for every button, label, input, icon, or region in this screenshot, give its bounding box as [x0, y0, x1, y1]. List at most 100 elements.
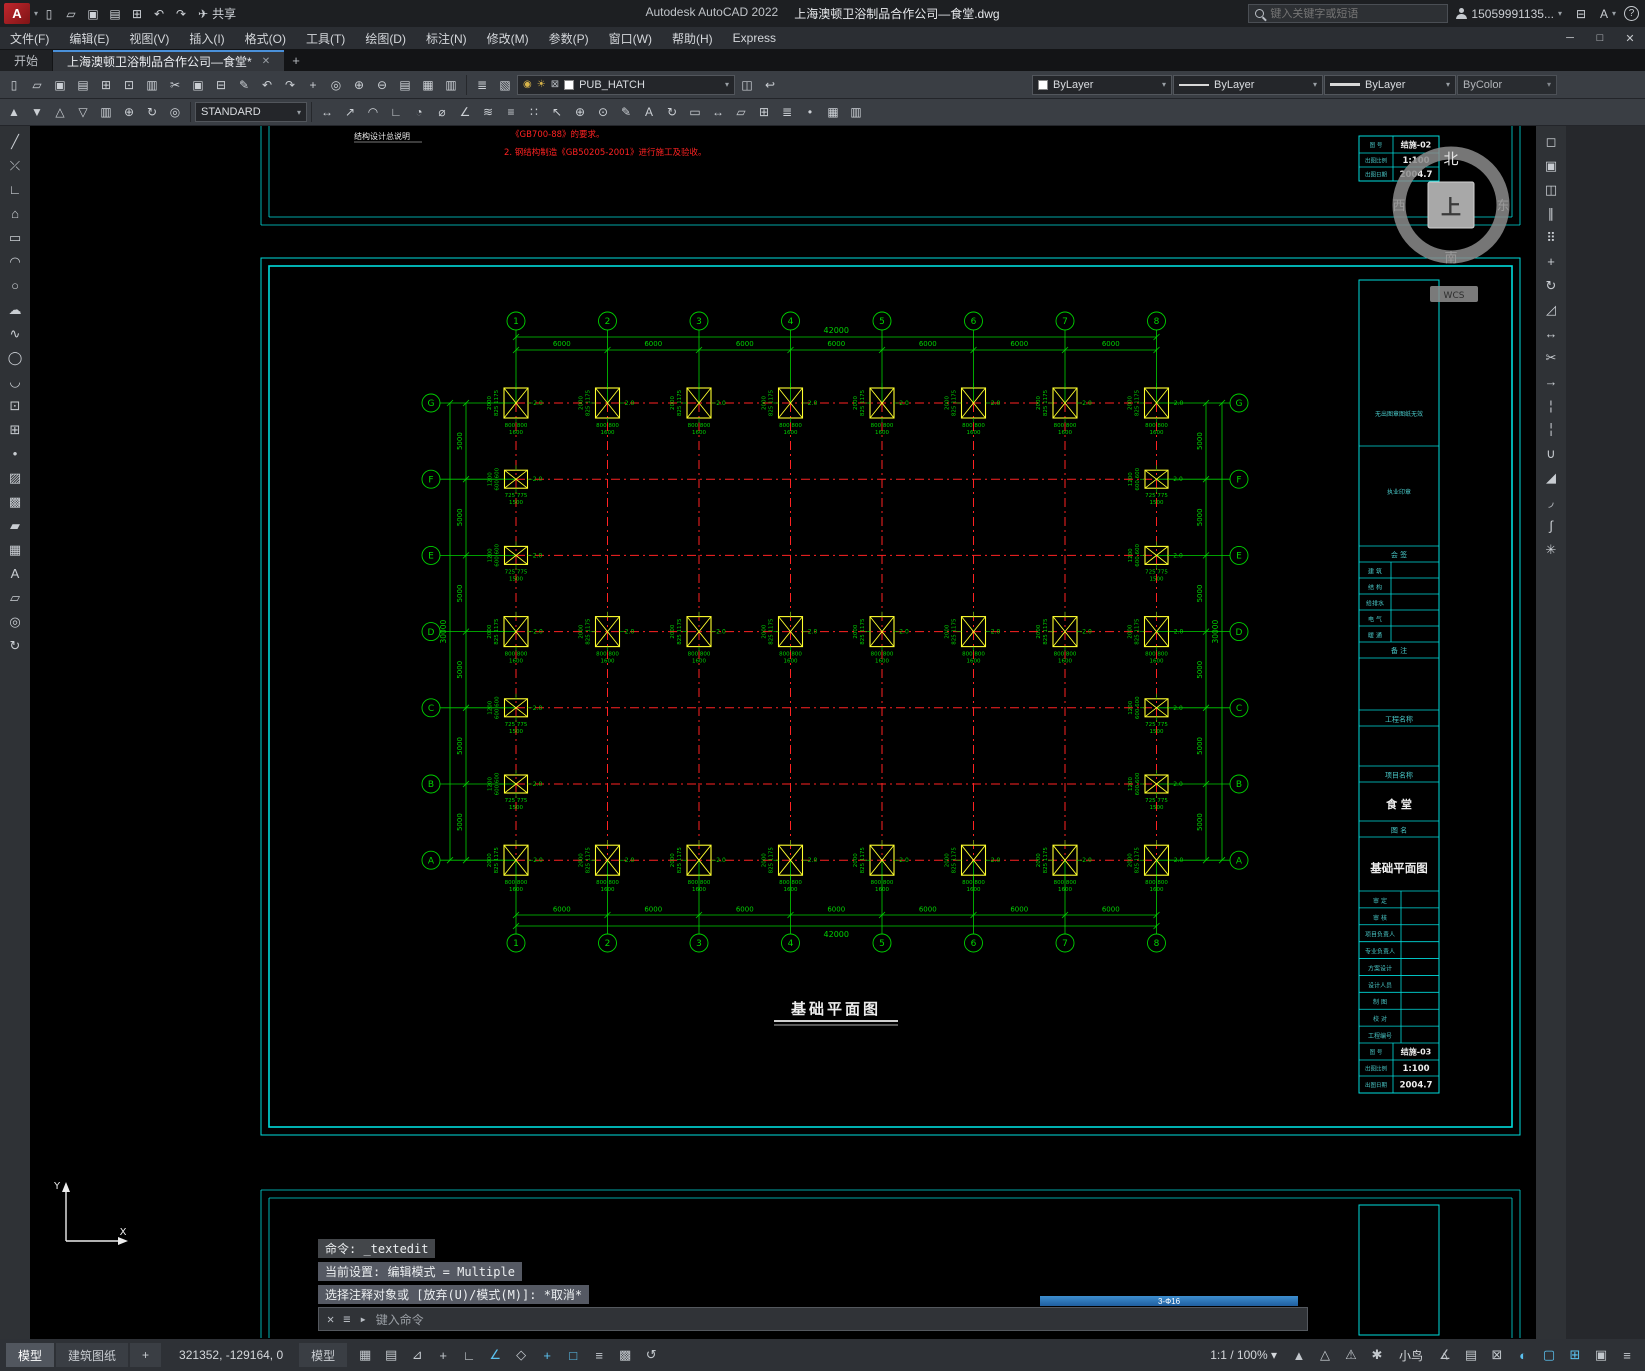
dimension-update-icon[interactable]: ↻	[661, 101, 683, 123]
general-notes-text[interactable]: 《GB700-88》的要求。 2. 钢结构制造《GB50205-2001》进行施工…	[354, 129, 706, 158]
menu-draw[interactable]: 绘图(D)	[355, 27, 416, 49]
continue-dimension-icon[interactable]: ∷	[523, 101, 545, 123]
menu-insert[interactable]: 插入(I)	[179, 27, 234, 49]
arc-icon[interactable]: ◠	[3, 250, 27, 273]
mirror-icon[interactable]: ◫	[1539, 178, 1563, 201]
arc-length-dimension-icon[interactable]: ◠	[362, 101, 384, 123]
wcs-label[interactable]: WCS	[1430, 286, 1478, 302]
command-close-icon[interactable]: ✕	[327, 1312, 334, 1326]
menu-format[interactable]: 格式(O)	[235, 27, 296, 49]
create-block-icon[interactable]: ⊞	[3, 418, 27, 441]
save-as-file-icon[interactable]: ▤	[105, 4, 125, 24]
model-space-button[interactable]: 模型	[299, 1343, 348, 1367]
hatch-icon[interactable]: ▨	[3, 466, 27, 489]
construction-line-icon[interactable]: ⤫	[3, 154, 27, 177]
stretch-icon[interactable]: ↔	[1539, 322, 1563, 345]
scale-icon[interactable]: ◿	[1539, 298, 1563, 321]
help-icon[interactable]: ?	[1624, 6, 1639, 21]
tool-palettes-icon[interactable]: ▥	[440, 74, 462, 96]
bring-above-icon[interactable]: △	[49, 101, 71, 123]
layer-control[interactable]: ◉ ☀ ⊠ PUB_HATCH ▾	[517, 74, 735, 95]
ordinate-dimension-icon[interactable]: ∟	[385, 101, 407, 123]
polar-tracking-icon[interactable]: ∠	[483, 1343, 507, 1367]
helix-icon[interactable]: ↻	[3, 634, 27, 657]
make-object-layer-current-icon[interactable]: ◫	[736, 74, 758, 96]
center-mark-icon[interactable]: ⊙	[592, 101, 614, 123]
design-center-icon[interactable]: ▦	[417, 74, 439, 96]
new-file-icon[interactable]: ▯	[39, 4, 59, 24]
join-icon[interactable]: ∪	[1539, 442, 1563, 465]
isometric-drafting-icon[interactable]: ◇	[509, 1343, 533, 1367]
radius-dimension-icon[interactable]: ◔	[408, 101, 430, 123]
quick-dimension-icon[interactable]: ≋	[477, 101, 499, 123]
graphics-performance-icon[interactable]: ▢	[1537, 1343, 1561, 1367]
regen-icon[interactable]: ↻	[141, 101, 163, 123]
command-input[interactable]: 键入命令	[376, 1311, 424, 1328]
tolerance-icon[interactable]: ⊕	[569, 101, 591, 123]
maximize-button[interactable]: □	[1585, 27, 1615, 49]
autodesk-app-menu[interactable]: A ▾	[1600, 7, 1616, 21]
zoom-realtime-icon[interactable]: ◎	[325, 74, 347, 96]
locate-point-icon[interactable]: •	[799, 101, 821, 123]
selection-cycling-icon[interactable]: ↺	[639, 1343, 663, 1367]
menu-modify[interactable]: 修改(M)	[477, 27, 539, 49]
extend-icon[interactable]: →	[1539, 370, 1563, 393]
redo-icon[interactable]: ↷	[171, 4, 191, 24]
circle-icon[interactable]: ○	[3, 274, 27, 297]
infer-constraints-icon[interactable]: ⊿	[405, 1343, 429, 1367]
object-snap-tracking-icon[interactable]: +	[535, 1343, 559, 1367]
area-icon[interactable]: ▱	[730, 101, 752, 123]
quick-leader-icon[interactable]: ↖	[546, 101, 568, 123]
baseline-dimension-icon[interactable]: ≡	[500, 101, 522, 123]
menu-edit[interactable]: 编辑(E)	[59, 27, 119, 49]
point-icon[interactable]: •	[3, 442, 27, 465]
title-block[interactable]: 无出图章图纸无效执业印章会 签建 筑结 构给排水电 气暖 通备 注工程名称项目名…	[1358, 279, 1440, 1094]
layer-states-manager-icon[interactable]: ▧	[494, 74, 516, 96]
menu-view[interactable]: 视图(V)	[119, 27, 179, 49]
infocenter-search[interactable]	[1248, 4, 1449, 23]
menu-dimension[interactable]: 标注(N)	[416, 27, 477, 49]
aligned-dimension-icon[interactable]: ↗	[339, 101, 361, 123]
move-icon[interactable]: +	[1539, 250, 1563, 273]
annotation-monitor-icon[interactable]: ⚠	[1339, 1343, 1363, 1367]
dimension-edit-icon[interactable]: ✎	[615, 101, 637, 123]
paste-icon[interactable]: ⊟	[210, 74, 232, 96]
open-icon[interactable]: ▱	[26, 74, 48, 96]
line-icon[interactable]: ╱	[3, 130, 27, 153]
close-button[interactable]: ✕	[1615, 27, 1645, 49]
ortho-mode-icon[interactable]: ∟	[457, 1343, 481, 1367]
offset-icon[interactable]: ∥	[1539, 202, 1563, 225]
named-views-icon[interactable]: ▥	[845, 101, 867, 123]
transparency-icon[interactable]: ▩	[613, 1343, 637, 1367]
plotstyle-control[interactable]: ByColor ▾	[1457, 74, 1557, 95]
app-store-icon[interactable]: ⊟	[1571, 4, 1591, 24]
revision-cloud-icon[interactable]: ☁	[3, 298, 27, 321]
dynamic-input-icon[interactable]: +	[431, 1343, 455, 1367]
undo-icon[interactable]: ↶	[149, 4, 169, 24]
polygon-icon[interactable]: ⌂	[3, 202, 27, 225]
layout-tab-0[interactable]: 模型	[6, 1343, 55, 1367]
plot-icon[interactable]: ⊞	[95, 74, 117, 96]
redraw-icon[interactable]: ◎	[164, 101, 186, 123]
minimize-button[interactable]: ─	[1555, 27, 1585, 49]
blend-curves-icon[interactable]: ∫	[1539, 514, 1563, 537]
annotation-autoscale-icon[interactable]: △	[1313, 1343, 1337, 1367]
menu-help[interactable]: 帮助(H)	[662, 27, 723, 49]
isolate-objects-icon[interactable]: ◐	[1511, 1343, 1535, 1367]
array-icon[interactable]: ⠿	[1539, 226, 1563, 249]
share-button[interactable]: ✈ 共享	[198, 5, 236, 22]
customize-menu-icon[interactable]: ≡	[1615, 1343, 1639, 1367]
snap-mode-icon[interactable]: ▤	[379, 1343, 403, 1367]
command-customize-icon[interactable]: ≡	[343, 1312, 350, 1326]
cut-icon[interactable]: ✂	[164, 74, 186, 96]
donut-icon[interactable]: ◎	[3, 610, 27, 633]
command-recent-icon[interactable]: ▸	[359, 1312, 366, 1326]
tab-document[interactable]: 上海澳顿卫浴制品合作公司—食堂* ✕	[53, 50, 285, 71]
properties-icon[interactable]: ▤	[394, 74, 416, 96]
save-file-icon[interactable]: ▣	[83, 4, 103, 24]
show-lineweight-icon[interactable]: ≡	[587, 1343, 611, 1367]
foundation-beam-centerlines[interactable]	[515, 402, 1157, 861]
list-icon[interactable]: ≣	[776, 101, 798, 123]
new-layout-button[interactable]: +	[130, 1343, 162, 1367]
wipeout-icon[interactable]: ▱	[3, 586, 27, 609]
